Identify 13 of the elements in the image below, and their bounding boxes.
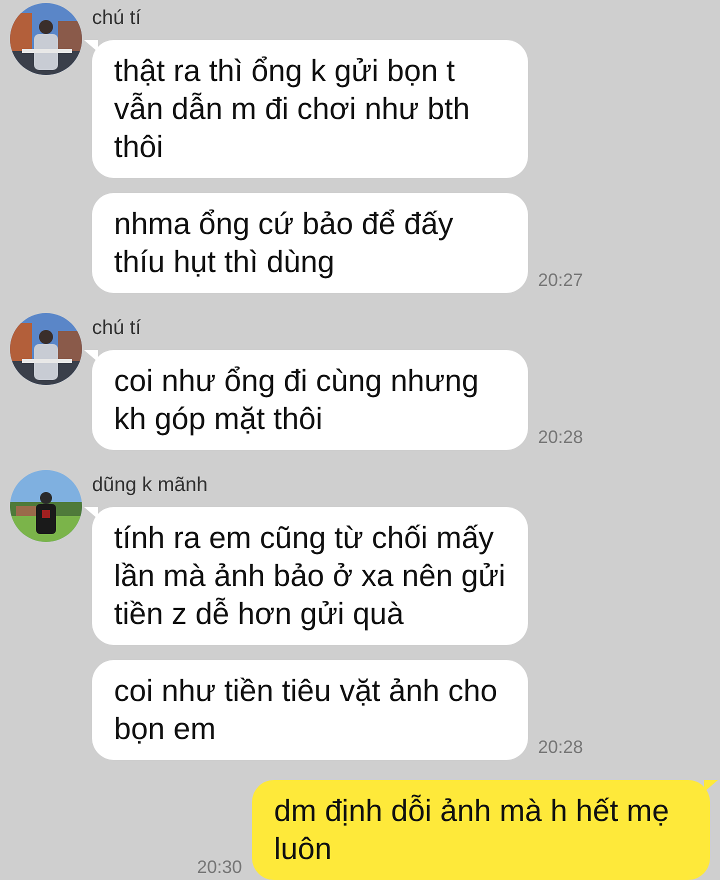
sender-name: dũng k mãnh [92, 473, 209, 498]
sender-name: chú tí [92, 6, 142, 31]
message-time: 20:28 [538, 737, 584, 758]
sender-name: chú tí [92, 316, 142, 341]
message-time: 20:27 [538, 270, 584, 291]
message-time: 20:30 [196, 857, 242, 878]
message-bubble: nhma ổng cứ bảo để đấy thíu hụt thì dùng [84, 193, 528, 293]
message-bubble: thật ra thì ổng k gửi bọn t vẫn dẫn m đi chơi như bth thôi [84, 40, 528, 178]
message-bubble: coi như tiền tiêu vặt ảnh cho bọn em [84, 660, 528, 760]
message-bubble: tính ra em cũng từ chối mấy lần mà ảnh bảo ở xa nên gửi tiền z dễ hơn gửi quà [84, 507, 528, 645]
message-bubble: dm định dỗi ảnh mà h hết mẹ luôn [252, 780, 718, 880]
message-time: 20:28 [538, 427, 584, 448]
message-bubble: coi như ổng đi cùng nhưng kh góp mặt thôi [84, 350, 528, 450]
